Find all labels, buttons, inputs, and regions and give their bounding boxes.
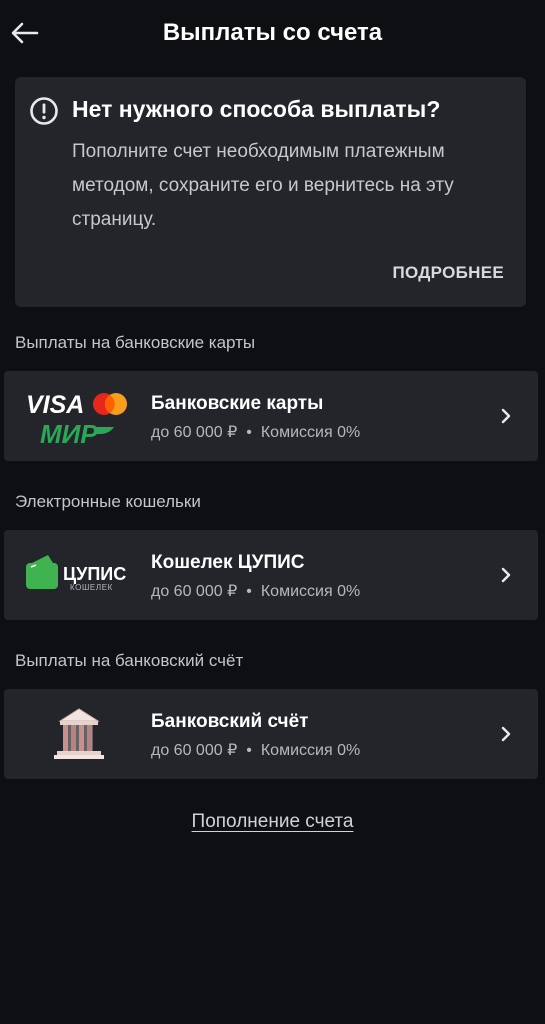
method-limit: до 60 000 ₽ — [151, 742, 238, 759]
separator-dot: • — [246, 424, 252, 441]
method-commission: Комиссия 0% — [260, 424, 361, 441]
separator-dot: • — [246, 742, 252, 759]
exclamation-circle-icon — [30, 97, 58, 125]
method-limit: до 60 000 ₽ — [151, 424, 238, 441]
info-card: Нет нужного способа выплаты? Пополните с… — [15, 77, 526, 307]
more-info-button[interactable]: ПОДРОБНЕЕ — [392, 263, 504, 283]
method-name: Кошелек ЦУПИС — [151, 552, 305, 573]
section-title-ewallets: Электронные кошельки — [15, 492, 201, 511]
method-meta: до 60 000 ₽ • Комиссия 0% — [151, 422, 360, 442]
method-meta: до 60 000 ₽ • Комиссия 0% — [151, 581, 360, 601]
mir-logo-text: МИР — [40, 419, 98, 447]
chevron-right-icon — [501, 408, 511, 424]
method-name: Банковский счёт — [151, 711, 309, 732]
topup-account-link[interactable]: Пополнение счета — [0, 811, 545, 833]
section-title-bank-cards: Выплаты на банковские карты — [15, 333, 256, 352]
info-text: Пополните счет необходимым платежным мет… — [72, 141, 454, 230]
method-limit: до 60 000 ₽ — [151, 583, 238, 600]
cupis-wallet-logo: ЦУПИС КОШЕЛЕК — [26, 555, 126, 592]
info-title: Нет нужного способа выплаты? — [72, 96, 441, 122]
method-bank-cards[interactable]: VISA МИР Банковские карты до 60 000 ₽ • Ко… — [4, 371, 538, 461]
bank-building-icon — [54, 708, 104, 759]
page-title: Выплаты со счета — [162, 19, 383, 46]
method-cupis-wallet[interactable]: ЦУПИС КОШЕЛЕК Кошелек ЦУПИС до 60 000 ₽ •… — [4, 530, 538, 620]
header: Выплаты со счета — [0, 0, 545, 66]
method-commission: Комиссия 0% — [260, 742, 361, 759]
separator-dot: • — [246, 583, 252, 600]
method-commission: Комиссия 0% — [260, 583, 361, 600]
section-title-bank-account: Выплаты на банковский счёт — [15, 651, 244, 670]
method-name: Банковские карты — [151, 393, 324, 414]
chevron-right-icon — [501, 567, 511, 583]
method-bank-account[interactable]: Банковский счёт до 60 000 ₽ • Комиссия 0% — [4, 689, 538, 779]
method-meta: до 60 000 ₽ • Комиссия 0% — [151, 740, 360, 760]
cupis-logo-text: ЦУПИС — [63, 564, 126, 584]
visa-mir-mastercard-logo: VISA МИР — [26, 391, 127, 447]
chevron-right-icon — [501, 726, 511, 742]
visa-logo-text: VISA — [26, 391, 84, 419]
cupis-logo-subtext: КОШЕЛЕК — [70, 583, 113, 592]
